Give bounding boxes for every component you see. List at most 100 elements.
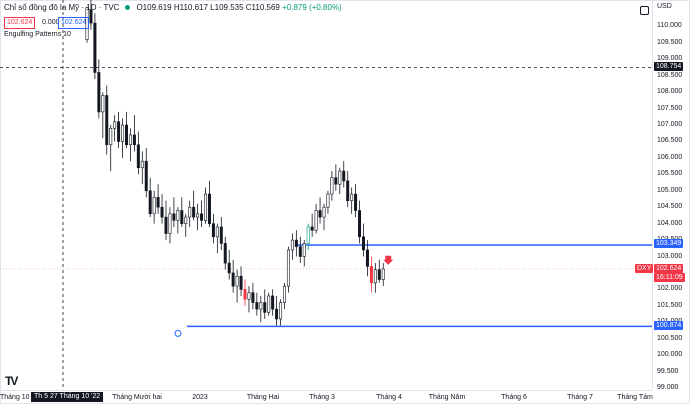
candle-body (196, 213, 200, 218)
price-tick: 107.500 (657, 104, 683, 112)
high-value: H110.617 (173, 3, 208, 12)
buy-button[interactable]: 102.624 (58, 17, 90, 29)
price-tick: 100.000 (657, 351, 683, 359)
candle-body (140, 160, 144, 169)
candle-body (125, 124, 129, 146)
tradingview-logo-icon[interactable]: TV (5, 374, 18, 388)
price-axis[interactable]: USD 110.000 109.500 109.000 108.500 108.000 1… (652, 0, 690, 391)
candle-body (176, 210, 180, 221)
candle-body (152, 197, 156, 215)
price-tick: 106.500 (657, 137, 683, 145)
currency-label[interactable]: USD (657, 3, 672, 10)
symbol-title[interactable]: Chỉ số đồng đô la Mỹ · 1D · TVC (4, 3, 119, 12)
ohlc-readout: O109.619 H110.617 L109.535 C110.569 +0.8… (136, 3, 341, 12)
candle-body (259, 302, 263, 310)
candlestick-chart[interactable] (0, 0, 652, 390)
candle-body (251, 292, 255, 303)
price-tick: 105.000 (657, 186, 683, 194)
change-value: +0.879 (+0.80%) (282, 3, 342, 12)
candle-body (121, 124, 125, 142)
price-tick: 108.000 (657, 88, 683, 96)
candle-body (132, 134, 136, 146)
candle-body (247, 292, 251, 300)
candle-body (172, 213, 176, 221)
candle-body (105, 95, 109, 146)
time-tick: Tháng 10 (0, 394, 30, 401)
candle-body (180, 210, 184, 224)
gear-icon[interactable] (640, 6, 649, 15)
candle-body (243, 289, 247, 300)
candle-body (200, 213, 204, 221)
price-tick: 104.000 (657, 219, 683, 227)
candle-body (354, 193, 358, 211)
candle-body (97, 72, 101, 113)
candle-body (255, 302, 259, 310)
candle-body (290, 239, 294, 251)
candle-body (207, 193, 211, 224)
candle-body (227, 262, 231, 274)
time-tick: Tháng Hai (246, 394, 280, 401)
candle-body (282, 285, 286, 303)
price-tick: 108.500 (657, 71, 683, 79)
candle-body (101, 95, 105, 113)
price-tick: 100.500 (657, 334, 683, 342)
candle-body (322, 206, 326, 218)
price-tick: 109.500 (657, 38, 683, 46)
candle-body (361, 236, 365, 251)
price-tick: 103.000 (657, 252, 683, 260)
candle-body (219, 226, 223, 244)
last-price-tag: 102.624 (654, 264, 684, 273)
price-tick: 105.500 (657, 170, 683, 178)
candle-body (365, 249, 369, 267)
time-tick: 2023 (192, 394, 208, 401)
candle-body (310, 226, 314, 231)
candle-body (294, 239, 298, 247)
candle-body (314, 210, 318, 231)
candle-body (369, 266, 373, 284)
candle-body (267, 295, 271, 313)
crosshair-price-tag: 108.754 (654, 62, 684, 71)
candle-body (275, 308, 279, 320)
candle-body (160, 206, 164, 218)
market-open-icon (125, 5, 131, 10)
candle-body (148, 190, 152, 215)
candle-body (211, 223, 215, 238)
candle-body (263, 302, 267, 313)
candle-body (302, 243, 306, 257)
candle-body (298, 246, 302, 257)
candle-body (271, 295, 275, 310)
sell-button[interactable]: 102.624 (4, 17, 36, 29)
candle-body (279, 302, 283, 320)
candle-body (381, 268, 385, 280)
price-tick: 104.500 (657, 203, 683, 211)
candle-body (350, 193, 354, 201)
candle-body (231, 272, 235, 287)
candle-body (377, 269, 381, 280)
candle-body (184, 216, 188, 224)
candle-body (168, 213, 172, 234)
candle-body (188, 206, 192, 218)
bearish-signal-icon (383, 255, 394, 265)
candle-body (215, 226, 219, 238)
candle-body (136, 144, 140, 169)
price-tick: 99.500 (657, 367, 679, 375)
candle-body (128, 134, 132, 146)
candle-body (144, 160, 148, 192)
symbol-tag: DXY (635, 264, 654, 273)
candle-body (358, 210, 362, 238)
candle-body (239, 275, 243, 290)
crosshair-date-label: Th 5 27 Tháng 10 '22 (31, 392, 104, 402)
candle-body (117, 121, 121, 142)
time-tick: Tháng 7 (567, 394, 593, 401)
price-tick: 101.500 (657, 301, 683, 309)
time-tick: Tháng 6 (501, 394, 527, 401)
candle-body (223, 243, 227, 264)
chart-plot-area[interactable] (0, 0, 652, 390)
candle-body (192, 206, 196, 218)
candle-body (306, 226, 310, 244)
alarm-icon (174, 329, 182, 337)
candle-body (109, 128, 113, 146)
time-tick: Tháng 4 (376, 394, 402, 401)
candle-body (373, 269, 377, 284)
indicator-label[interactable]: Engulfing Patterns 10 (4, 31, 71, 38)
